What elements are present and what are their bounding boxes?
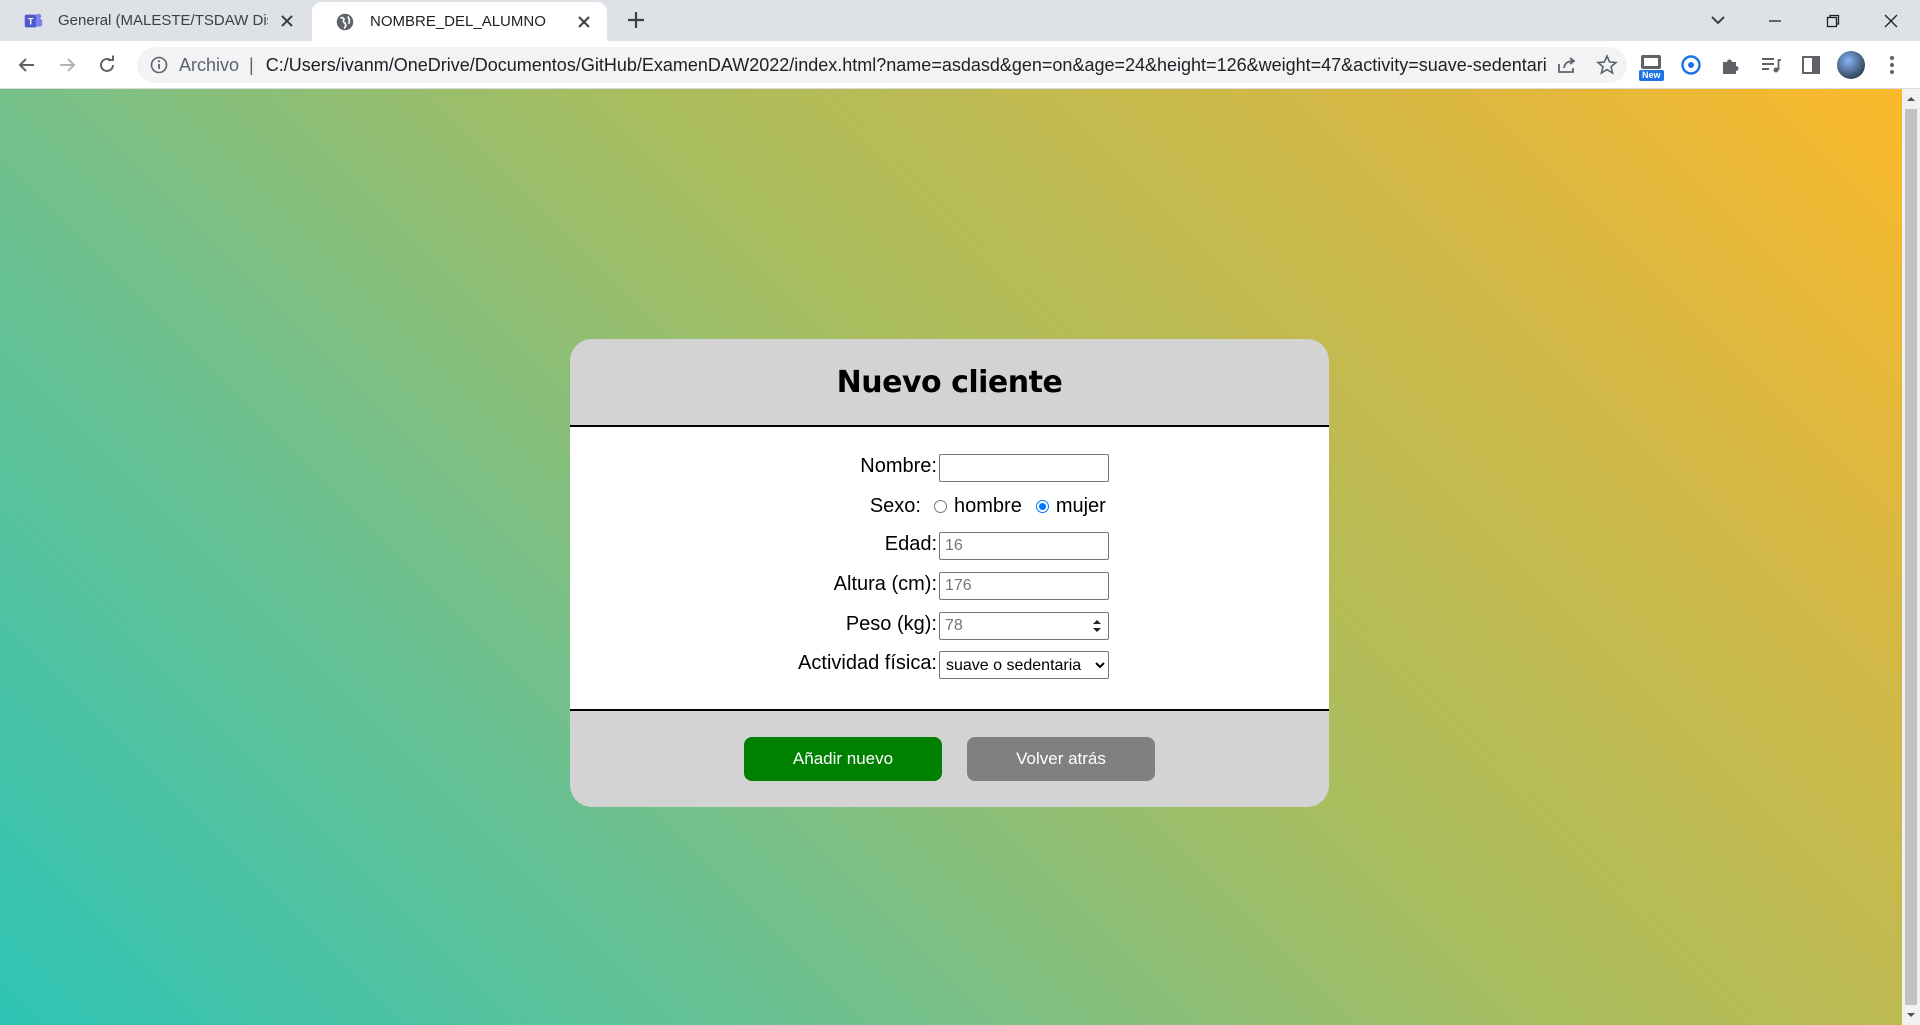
svg-text:T: T — [28, 16, 34, 26]
add-new-button[interactable]: Añadir nuevo — [744, 737, 942, 781]
close-icon[interactable] — [278, 12, 296, 30]
activity-label: Actividad física: — [798, 652, 937, 674]
star-icon[interactable] — [1595, 53, 1619, 77]
profile-avatar-icon — [1837, 51, 1865, 79]
restore-icon[interactable] — [1804, 0, 1862, 41]
sex-label: Sexo: — [869, 495, 921, 517]
browser-toolbar: Archivo | C:/Users/ivanm/OneDrive/Docume… — [0, 41, 1920, 89]
side-panel-icon[interactable] — [1797, 51, 1825, 79]
back-icon[interactable] — [14, 52, 40, 78]
age-row: Edad: — [570, 530, 1329, 560]
chevron-down-icon[interactable] — [1706, 8, 1730, 32]
new-tab-icon[interactable] — [624, 8, 648, 32]
radio-hombre-label: hombre — [954, 495, 1022, 517]
globe-icon — [336, 13, 354, 30]
weight-row: Peso (kg): 78 — [570, 610, 1329, 640]
back-button[interactable]: Volver atrás — [967, 737, 1155, 781]
tab-nombre-del-alumno[interactable]: NOMBRE_DEL_ALUMNO — [312, 2, 607, 41]
url-text[interactable]: C:/Users/ivanm/OneDrive/Documentos/GitHu… — [266, 55, 1547, 76]
scroll-up-icon[interactable] — [1906, 94, 1916, 104]
share-icon[interactable] — [1555, 53, 1579, 77]
scroll-down-icon[interactable] — [1906, 1010, 1916, 1020]
new-extension-icon[interactable]: New — [1637, 51, 1665, 81]
tab-teams[interactable]: T General (MALESTE/TSDAW Diseño — [0, 0, 310, 41]
gamepad-extension-icon[interactable] — [1677, 51, 1705, 79]
card-footer: Añadir nuevo Volver atrás — [570, 711, 1329, 807]
forward-icon[interactable] — [54, 52, 80, 78]
close-window-icon[interactable] — [1862, 0, 1920, 41]
name-input[interactable] — [939, 454, 1109, 482]
puzzle-icon[interactable] — [1717, 51, 1745, 79]
age-label: Edad: — [884, 533, 937, 555]
media-queue-icon[interactable] — [1757, 51, 1785, 79]
radio-hombre[interactable] — [934, 500, 947, 513]
avatar[interactable] — [1837, 51, 1865, 79]
age-input[interactable] — [939, 532, 1109, 560]
height-label: Altura (cm): — [833, 573, 937, 595]
weight-input[interactable]: 78 — [939, 612, 1109, 640]
vertical-scrollbar[interactable] — [1902, 89, 1920, 1025]
height-input[interactable] — [939, 572, 1109, 600]
name-row: Nombre: — [570, 452, 1329, 482]
scrollbar-thumb[interactable] — [1905, 109, 1917, 1005]
teams-icon: T — [24, 13, 43, 27]
scheme-separator: | — [249, 54, 254, 75]
spinner-arrows-icon[interactable] — [1091, 617, 1103, 635]
new-badge: New — [1639, 70, 1664, 81]
page-title: Nuevo cliente — [836, 364, 1063, 400]
radio-mujer-label: mujer — [1055, 495, 1106, 517]
name-label: Nombre: — [860, 455, 937, 477]
tab-title: NOMBRE_DEL_ALUMNO — [370, 13, 546, 30]
menu-dots-icon[interactable] — [1878, 51, 1906, 79]
card-header: Nuevo cliente — [570, 339, 1329, 427]
activity-select[interactable]: suave o sedentaria — [939, 651, 1109, 679]
radio-mujer[interactable] — [1035, 500, 1049, 513]
sex-radio-group: hombre mujer — [934, 495, 1106, 518]
weight-placeholder: 78 — [945, 617, 963, 634]
sex-row: Sexo: hombre mujer — [570, 492, 1329, 522]
reload-icon[interactable] — [94, 52, 120, 78]
weight-label: Peso (kg): — [845, 613, 937, 635]
new-client-card: Nuevo cliente Nombre: Sexo: hombre mujer… — [570, 339, 1329, 807]
scheme-label: Archivo — [179, 54, 240, 75]
form-body: Nombre: Sexo: hombre mujer Edad: Altura … — [570, 427, 1329, 711]
page-viewport: Nuevo cliente Nombre: Sexo: hombre mujer… — [0, 89, 1902, 1025]
info-icon[interactable] — [149, 55, 169, 75]
height-row: Altura (cm): — [570, 570, 1329, 600]
tab-title: General (MALESTE/TSDAW Diseño — [58, 12, 268, 29]
tab-strip: T General (MALESTE/TSDAW Diseño NOMBRE_D… — [0, 0, 1920, 41]
window-controls — [1746, 0, 1920, 41]
close-icon[interactable] — [575, 13, 593, 31]
minimize-icon[interactable] — [1746, 0, 1804, 41]
address-bar[interactable]: Archivo | C:/Users/ivanm/OneDrive/Docume… — [137, 47, 1627, 83]
activity-row: Actividad física: suave o sedentaria — [570, 649, 1329, 679]
